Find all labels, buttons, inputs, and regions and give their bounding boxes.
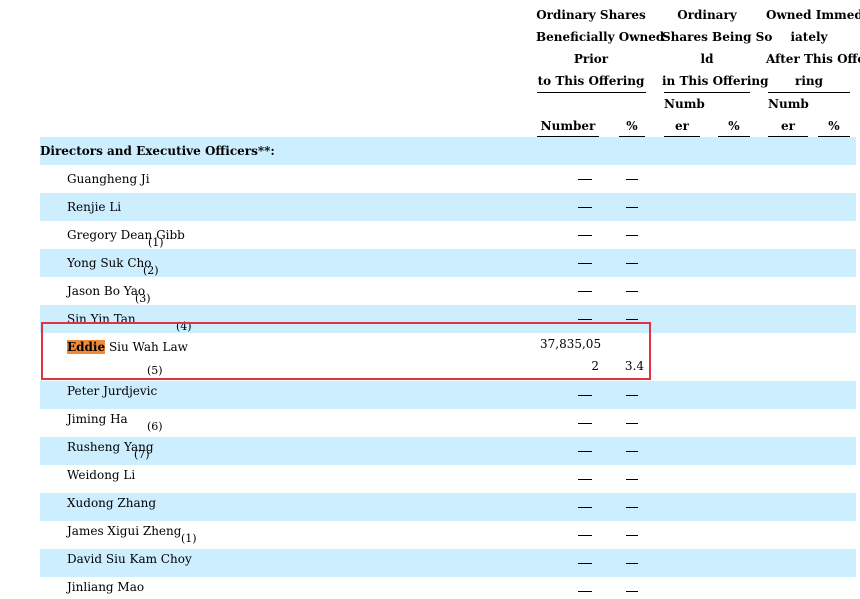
director-name: Gregory Dean Gibb bbox=[67, 228, 185, 242]
dash-percent bbox=[626, 423, 638, 424]
subheader-percent: % bbox=[626, 119, 638, 133]
director-name: Yong Suk Cho bbox=[67, 256, 152, 270]
subheader-er: er bbox=[781, 119, 795, 133]
dash-number bbox=[578, 563, 592, 564]
section-row: Directors and Executive Officers**: bbox=[40, 137, 856, 165]
dash-percent bbox=[626, 451, 638, 452]
director-name: David Siu Kam Choy bbox=[67, 552, 192, 566]
dash-percent bbox=[626, 395, 638, 396]
header-line: ring bbox=[795, 74, 823, 88]
subheader-percent: % bbox=[728, 119, 740, 133]
director-name: Jason Bo Yao bbox=[67, 284, 146, 298]
header-line: to This Offering bbox=[537, 74, 645, 88]
table-row: Jason Bo Yao (3) bbox=[40, 277, 856, 305]
header-line: Prior bbox=[573, 52, 609, 66]
table-row: Xudong Zhang bbox=[40, 493, 856, 521]
dash-percent bbox=[626, 591, 638, 592]
dash-number bbox=[578, 591, 592, 592]
header-group-prior-offering: Ordinary Shares Beneficially Owned Prior… bbox=[536, 4, 665, 92]
dash-number bbox=[578, 263, 592, 264]
table-row: Peter Jurdjevic bbox=[40, 381, 856, 409]
director-name: Weidong Li bbox=[67, 468, 136, 482]
dash-percent bbox=[626, 291, 638, 292]
footnote-marker: (1) bbox=[181, 532, 197, 545]
dash-percent bbox=[626, 479, 638, 480]
subheader-er: er bbox=[675, 119, 689, 133]
dash-number bbox=[578, 479, 592, 480]
header-rule bbox=[537, 92, 646, 93]
header-group-shares-sold: Ordinary Shares Being So ld in This Offe… bbox=[662, 4, 773, 92]
table-row: Weidong Li bbox=[40, 465, 856, 493]
header-line: Owned Immed bbox=[766, 8, 860, 22]
dash-number bbox=[578, 535, 592, 536]
header-line: Ordinary bbox=[677, 8, 737, 22]
subheader-numb: Numb bbox=[664, 97, 705, 111]
table-row: Jinliang Mao bbox=[40, 577, 856, 599]
header-group-owned-after: Owned Immed iately After This Offe ring bbox=[766, 4, 860, 92]
red-highlight-box bbox=[41, 322, 651, 380]
dash-percent bbox=[626, 319, 638, 320]
footnote-marker: (3) bbox=[135, 292, 151, 305]
dash-number bbox=[578, 207, 592, 208]
dash-number bbox=[578, 179, 592, 180]
dash-number bbox=[578, 291, 592, 292]
director-name: Guangheng Ji bbox=[67, 172, 150, 186]
footnote-marker: (2) bbox=[143, 264, 159, 277]
dash-number bbox=[578, 319, 592, 320]
header-line: After This Offe bbox=[766, 52, 860, 66]
subheader-number: Number bbox=[540, 119, 596, 133]
header-line: Shares Being So bbox=[662, 30, 773, 44]
dash-number bbox=[578, 507, 592, 508]
table-row: Yong Suk Cho (2) bbox=[40, 249, 856, 277]
header-line: Ordinary Shares bbox=[536, 8, 646, 22]
dash-percent bbox=[626, 563, 638, 564]
dash-percent bbox=[626, 235, 638, 236]
section-title: Directors and Executive Officers**: bbox=[40, 144, 275, 158]
dash-number bbox=[578, 451, 592, 452]
footnote-marker: (1) bbox=[148, 236, 164, 249]
subheader-numb: Numb bbox=[768, 97, 809, 111]
header-line: iately bbox=[790, 30, 828, 44]
dash-percent bbox=[626, 207, 638, 208]
header-rule bbox=[664, 92, 750, 93]
header-line: Beneficially Owned bbox=[536, 30, 665, 44]
director-name: James Xigui Zheng bbox=[67, 524, 182, 538]
dash-percent bbox=[626, 535, 638, 536]
subheader-percent: % bbox=[828, 119, 840, 133]
dash-percent bbox=[626, 263, 638, 264]
director-name: Renjie Li bbox=[67, 200, 122, 214]
dash-number bbox=[578, 423, 592, 424]
director-name: Jiming Ha bbox=[67, 412, 128, 426]
header-line: in This Offering bbox=[662, 74, 769, 88]
table-row: Renjie Li bbox=[40, 193, 856, 221]
director-name: Peter Jurdjevic bbox=[67, 384, 158, 398]
footnote-marker: (6) bbox=[147, 420, 163, 433]
header-rule bbox=[768, 92, 850, 93]
dash-percent bbox=[626, 179, 638, 180]
table-row: Rusheng Yang (7) bbox=[40, 437, 856, 465]
table-row: Gregory Dean Gibb (1) bbox=[40, 221, 856, 249]
table-row: Guangheng Ji bbox=[40, 165, 856, 193]
director-name: Xudong Zhang bbox=[67, 496, 157, 510]
footnote-marker: (7) bbox=[134, 448, 150, 461]
header-line: ld bbox=[700, 52, 714, 66]
table-row: James Xigui Zheng (1) bbox=[40, 521, 856, 549]
table-row: David Siu Kam Choy bbox=[40, 549, 856, 577]
table-row: Jiming Ha (6) bbox=[40, 409, 856, 437]
dash-percent bbox=[626, 507, 638, 508]
dash-number bbox=[578, 235, 592, 236]
dash-number bbox=[578, 395, 592, 396]
director-name: Jinliang Mao bbox=[67, 580, 145, 594]
